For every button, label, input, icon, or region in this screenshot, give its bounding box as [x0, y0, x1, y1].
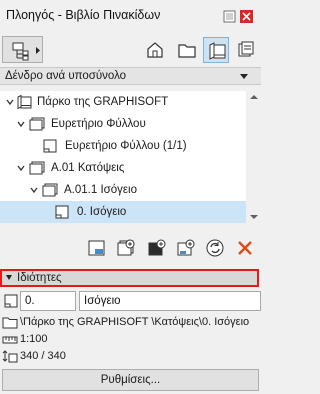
path-row: \Πάρκο της GRAPHISOFT \Κατόψεις\0. Ισόγε…: [0, 314, 261, 331]
size-row: 340 / 340: [0, 348, 261, 365]
refresh-icon: [206, 239, 224, 257]
chevron-right-icon: [36, 47, 40, 54]
tree-actions-bar: [0, 235, 261, 263]
scroll-down-icon[interactable]: [250, 215, 258, 219]
new-master-icon: [148, 239, 166, 256]
layout-tree[interactable]: Πάρκο της GRAPHISOFT Ευρετήριο Φύλλου Ευ…: [0, 91, 246, 223]
tree-menu-icon: [12, 42, 29, 61]
layout-id-name-row: [0, 290, 261, 312]
tree-scrollbar[interactable]: [246, 91, 261, 223]
layout-book-button[interactable]: [203, 37, 229, 63]
scroll-up-icon[interactable]: [250, 95, 258, 99]
layout-icon: [53, 204, 71, 220]
layout-book-icon: [16, 94, 34, 110]
scale-row: 1:100: [0, 331, 261, 348]
folder-icon: [2, 316, 18, 329]
view-selector-value: Δένδρο ανά υποσύνολο: [5, 70, 127, 82]
expand-chevron-icon[interactable]: [17, 120, 25, 128]
tree-item-ground-floor-subset[interactable]: A.01.1 Ισόγειο: [0, 179, 246, 201]
house-icon: [147, 42, 163, 58]
settings-button-label: Ρυθμίσεις...: [100, 374, 161, 386]
tree-item-sheet-index-layout[interactable]: Ευρετήριο Φύλλου (1/1): [0, 135, 246, 157]
expand-chevron-icon[interactable]: [17, 164, 25, 172]
publisher-button[interactable]: [233, 37, 259, 63]
new-master-button[interactable]: [146, 237, 168, 259]
new-layout-button[interactable]: [86, 237, 108, 259]
clone-layout-icon: [177, 239, 195, 256]
delete-icon: [238, 241, 252, 255]
expand-chevron-icon[interactable]: [30, 186, 38, 194]
layout-size: 340 / 340: [20, 350, 66, 362]
new-subset-icon: [117, 239, 135, 256]
new-subset-button[interactable]: [115, 237, 137, 259]
window-title: Πλοηγός - Βιβλίο Πινακίδων: [6, 8, 161, 22]
close-icon[interactable]: [240, 10, 253, 23]
tree-item-label: A.01.1 Ισόγειο: [64, 184, 137, 196]
layout-name-field[interactable]: [79, 291, 261, 311]
chevron-down-icon: [240, 74, 248, 79]
subset-icon: [28, 116, 46, 132]
subset-icon: [28, 160, 46, 176]
new-layout-icon: [88, 240, 105, 256]
layout-icon: [41, 138, 59, 154]
properties-header-label: Ιδιότητες: [17, 272, 62, 284]
layout-id-field[interactable]: [20, 291, 76, 311]
settings-button[interactable]: Ρυθμίσεις...: [2, 369, 259, 391]
collapse-triangle-icon: [6, 275, 12, 280]
layout-path: \Πάρκο της GRAPHISOFT \Κατόψεις\0. Ισόγε…: [20, 316, 250, 328]
scale-ruler-icon: [2, 333, 18, 346]
pin-icon[interactable]: [223, 10, 236, 23]
navigator-toolbar: [0, 32, 261, 66]
tree-item-label: Ευρετήριο Φύλλου (1/1): [65, 140, 187, 152]
view-map-button[interactable]: [174, 37, 200, 63]
tree-item-label: 0. Ισόγειο: [77, 206, 127, 218]
layout-icon: [2, 293, 20, 309]
tree-item-label: Ευρετήριο Φύλλου: [51, 118, 146, 130]
delete-button[interactable]: [234, 237, 256, 259]
tree-item-sheet-index-subset[interactable]: Ευρετήριο Φύλλου: [0, 113, 246, 135]
tree-item-label: Πάρκο της GRAPHISOFT: [37, 96, 169, 108]
clone-layout-button[interactable]: [175, 237, 197, 259]
tree-item-ground-floor-layout[interactable]: 0. Ισόγειο: [0, 201, 246, 223]
publisher-icon: [238, 41, 254, 57]
project-map-button[interactable]: [142, 37, 168, 63]
properties-panel-header[interactable]: Ιδιότητες: [0, 269, 259, 287]
layout-size-icon: [2, 350, 18, 363]
layout-scale: 1:100: [20, 333, 48, 345]
navigator-menu-button[interactable]: [2, 36, 43, 63]
tree-item-root[interactable]: Πάρκο της GRAPHISOFT: [0, 91, 246, 113]
view-selector-dropdown[interactable]: Δένδρο ανά υποσύνολο: [0, 67, 261, 85]
update-button[interactable]: [204, 237, 226, 259]
folder-icon: [178, 44, 196, 58]
tree-item-floor-plans-subset[interactable]: A.01 Κατόψεις: [0, 157, 246, 179]
subset-icon: [41, 182, 59, 198]
expand-chevron-icon[interactable]: [6, 98, 14, 106]
title-bar: Πλοηγός - Βιβλίο Πινακίδων: [0, 0, 261, 32]
tree-item-label: A.01 Κατόψεις: [51, 162, 125, 174]
layout-book-icon: [209, 42, 226, 60]
